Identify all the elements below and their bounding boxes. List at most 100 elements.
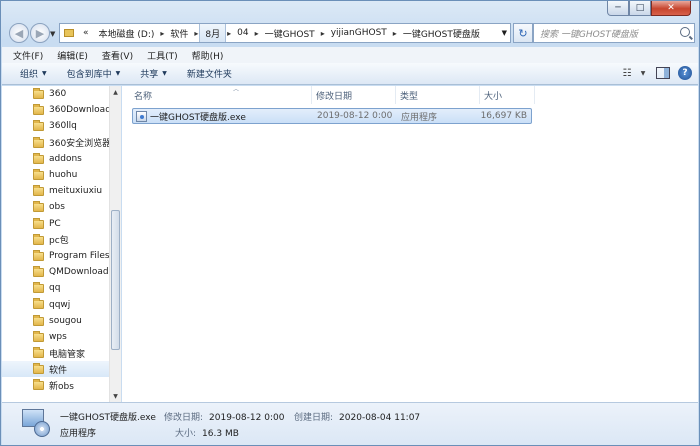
organize-button[interactable]: 组织 ▼ (10, 67, 57, 80)
address-dropdown-icon[interactable]: ▼ (502, 29, 507, 37)
sidebar-item-label: 软件 (49, 365, 68, 376)
breadcrumb-drive[interactable]: 本地磁盘 (D:) (94, 24, 160, 42)
scrollbar-thumb[interactable] (111, 210, 120, 350)
sidebar-item-label: addons (49, 153, 82, 164)
menu-tools[interactable]: 工具(T) (140, 49, 185, 62)
details-file-type: 应用程序 (60, 429, 97, 439)
size-value: 16.3 MB (202, 429, 239, 439)
view-options-dropdown-icon[interactable]: ▼ (638, 66, 648, 80)
recent-pages-dropdown-icon[interactable]: ▼ (50, 30, 55, 38)
menu-edit[interactable]: 编辑(E) (50, 49, 95, 62)
address-bar[interactable]: « 本地磁盘 (D:) ▸ 软件 ▸ 8月 ▸ 04 ▸ 一键GHOST ▸ y… (59, 23, 511, 43)
column-header-size[interactable]: 大小 (480, 86, 535, 104)
close-button[interactable]: ✕ (651, 1, 691, 16)
sidebar-item[interactable]: obs (2, 199, 109, 215)
sidebar-item[interactable]: 360Downloads (2, 102, 109, 118)
sidebar-item[interactable]: 软件 (2, 361, 109, 378)
navigation-scrollbar[interactable]: ▲ ▼ (109, 86, 121, 402)
modified-label: 修改日期: (164, 413, 204, 423)
breadcrumb-yijianghost[interactable]: yijianGHOST (326, 24, 392, 42)
file-size: 16,697 KB (480, 111, 527, 121)
breadcrumb-software[interactable]: 软件 (165, 24, 193, 42)
sidebar-item[interactable]: huohu (2, 167, 109, 183)
details-pane: 一键GHOST硬盘版.exe 应用程序 修改日期: 2019-08-12 0:00… (2, 402, 698, 445)
sidebar-item[interactable]: 360llq (2, 118, 109, 134)
sidebar-item[interactable]: 新obs (2, 377, 109, 393)
folder-icon (33, 120, 44, 132)
new-folder-button[interactable]: 新建文件夹 (177, 67, 242, 80)
sidebar-item-label: qqwj (49, 299, 71, 310)
breadcrumb-overflow[interactable]: « (78, 24, 94, 42)
application-icon (22, 409, 50, 437)
search-icon[interactable] (680, 27, 690, 37)
folder-icon (33, 363, 44, 375)
sidebar-item-label: obs (49, 202, 65, 213)
sidebar-item-label: pc包 (49, 236, 69, 247)
column-header-name[interactable]: ︿ 名称 (122, 86, 312, 104)
menu-help[interactable]: 帮助(H) (185, 49, 231, 62)
sidebar-item-label: Program Files (49, 250, 109, 261)
sidebar-item-label: 360安全浏览器 (49, 139, 109, 150)
sidebar-item[interactable]: qqwj (2, 296, 109, 312)
column-header-date[interactable]: 修改日期 (312, 86, 396, 104)
sidebar-item[interactable]: wps (2, 329, 109, 345)
sidebar-item[interactable]: meituxiuxiu (2, 183, 109, 199)
maximize-button[interactable]: □ (629, 1, 651, 16)
preview-pane-icon[interactable] (656, 67, 670, 79)
include-in-library-button[interactable]: 包含到库中 ▼ (57, 67, 131, 80)
sidebar-item-label: wps (49, 331, 67, 342)
sidebar-item[interactable]: addons (2, 151, 109, 167)
minimize-button[interactable]: ─ (607, 1, 629, 16)
sidebar-item-label: meituxiuxiu (49, 186, 103, 197)
sidebar-item-label: sougou (49, 315, 82, 326)
sidebar-item[interactable]: 360 (2, 86, 109, 102)
sidebar-item-label: QMDownload (49, 267, 109, 278)
file-row[interactable]: 一键GHOST硬盘版.exe 2019-08-12 0:00 应用程序 16,6… (132, 108, 532, 124)
details-created: 创建日期: 2020-08-04 11:07 (294, 410, 420, 423)
breadcrumb-yijian-ghost[interactable]: 一键GHOST (260, 24, 320, 42)
folder-icon (33, 298, 44, 310)
folder-icon (33, 88, 44, 99)
search-input[interactable]: 搜索 一键GHOST硬盘版 (533, 23, 695, 43)
breadcrumb-august[interactable]: 8月 (199, 24, 227, 42)
sidebar-item[interactable]: 360安全浏览器 (2, 135, 109, 151)
folder-icon (64, 29, 74, 37)
sidebar-item[interactable]: sougou (2, 313, 109, 329)
sidebar-item-label: 新obs (49, 381, 74, 392)
sidebar-item-label: PC (49, 218, 61, 229)
sidebar-item[interactable]: qq (2, 280, 109, 296)
change-view-icon[interactable]: ☷ (616, 66, 638, 80)
back-button[interactable]: ◀ (9, 23, 29, 43)
sidebar-item[interactable]: pc包 (2, 232, 109, 248)
column-name-label: 名称 (134, 91, 153, 102)
menu-view[interactable]: 查看(V) (95, 49, 140, 62)
file-name: 一键GHOST硬盘版.exe (150, 112, 246, 123)
folder-icon (33, 233, 44, 245)
folder-icon (33, 152, 44, 164)
folder-icon (33, 104, 44, 116)
breadcrumb-04[interactable]: 04 (232, 24, 253, 42)
details-file-name: 一键GHOST硬盘版.exe (60, 413, 156, 423)
search-placeholder: 搜索 一键GHOST硬盘版 (540, 29, 638, 40)
folder-icon (33, 282, 44, 294)
refresh-button[interactable]: ↻ (513, 23, 533, 43)
sidebar-item-label: 360 (49, 89, 67, 100)
forward-button[interactable]: ▶ (30, 23, 50, 43)
menu-file[interactable]: 文件(F) (6, 49, 50, 62)
breadcrumb-current-folder[interactable]: 一键GHOST硬盘版 (398, 24, 485, 42)
sidebar-item-label: 电脑管家 (49, 349, 86, 360)
sidebar-item-label: qq (49, 283, 61, 294)
folder-icon (33, 379, 44, 391)
scroll-up-icon[interactable]: ▲ (110, 86, 121, 98)
chevron-down-icon: ▼ (115, 70, 121, 77)
help-icon[interactable]: ? (678, 66, 692, 80)
sidebar-item[interactable]: PC (2, 216, 109, 232)
scroll-down-icon[interactable]: ▼ (110, 390, 121, 402)
sidebar-item[interactable]: QMDownload (2, 264, 109, 280)
sidebar-item[interactable]: Program Files (2, 248, 109, 264)
share-button[interactable]: 共享 ▼ (130, 67, 177, 80)
sort-caret-icon: ︿ (233, 86, 240, 93)
sidebar-item[interactable]: 电脑管家 (2, 345, 109, 361)
column-header-type[interactable]: 类型 (396, 86, 480, 104)
folder-icon (33, 347, 44, 358)
